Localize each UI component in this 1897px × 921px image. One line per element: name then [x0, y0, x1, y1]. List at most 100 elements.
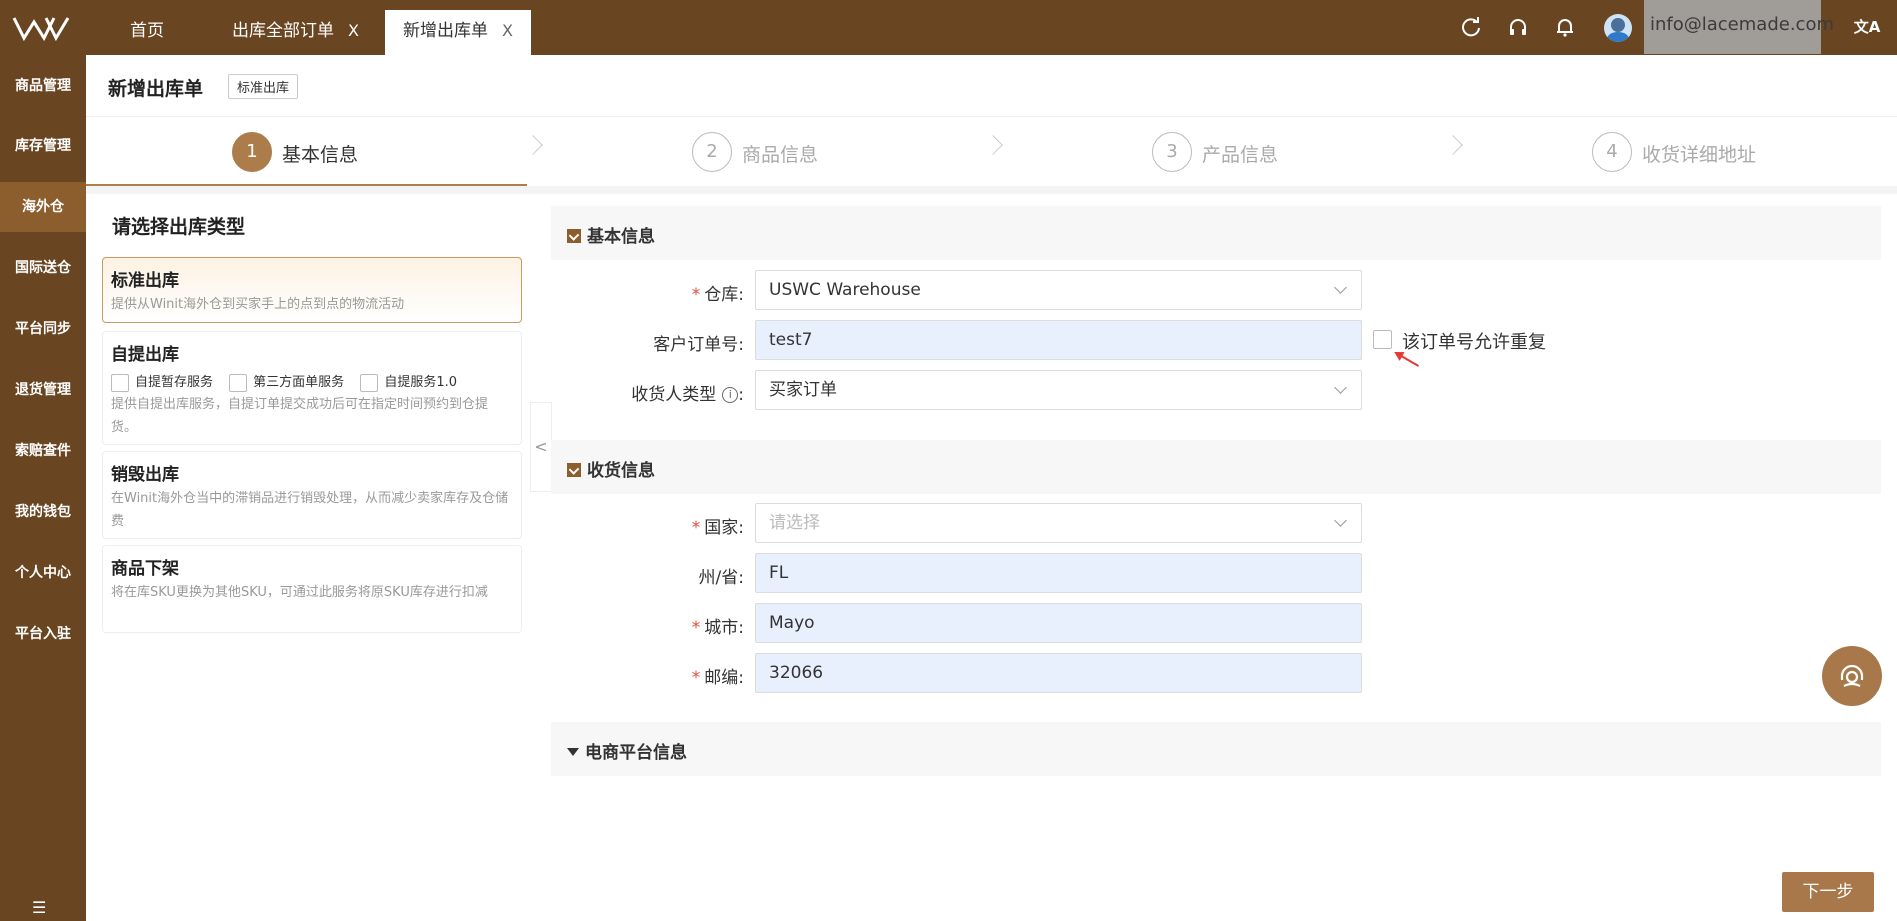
section-title[interactable]: 基本信息	[567, 222, 655, 247]
self-pickup-options: 自提暂存服务 第三方面单服务 自提服务1.0	[111, 371, 513, 392]
section-basic-info: 基本信息	[551, 206, 1881, 260]
city-input[interactable]: Mayo	[755, 603, 1362, 643]
customer-order-input[interactable]: test7	[755, 320, 1362, 360]
outbound-type-delist[interactable]: 商品下架 将在库SKU更换为其他SKU，可通过此服务将原SKU库存进行扣减	[102, 545, 522, 633]
outbound-type-standard[interactable]: 标准出库 提供从Winit海外仓到买家手上的点到点的物流活动	[102, 257, 522, 323]
consignee-type-label: 收货人类型 i:	[631, 385, 744, 405]
panel-collapse-handle[interactable]: <	[530, 402, 552, 492]
consignee-type-select[interactable]: 买家订单	[755, 370, 1362, 410]
tab-label: 首页	[130, 21, 164, 41]
card-title: 标准出库	[111, 271, 179, 291]
sidebar-item-returns[interactable]: 退货管理	[0, 365, 86, 415]
translate-icon[interactable]: 文A	[1852, 16, 1882, 38]
option-self-pickup-1[interactable]: 自提服务1.0	[360, 371, 457, 392]
sidebar-item-wallet[interactable]: 我的钱包	[0, 487, 86, 537]
step-label: 收货详细地址	[1642, 144, 1757, 166]
bell-icon[interactable]	[1554, 16, 1576, 38]
chevron-down-icon	[1334, 381, 1347, 394]
menu-collapse-icon[interactable]: ☰	[32, 898, 46, 917]
checkbox[interactable]	[111, 373, 129, 392]
warehouse-select[interactable]: USWC Warehouse	[755, 270, 1362, 310]
tab-new-outbound-order[interactable]: 新增出库单 X	[385, 10, 531, 55]
section-shipping-info: 收货信息	[551, 440, 1881, 494]
sidebar: 商品管理 库存管理 海外仓 国际送仓 平台同步 退货管理 索赔查件 我的钱包 个…	[0, 55, 86, 921]
sidebar-item-platform-onboarding[interactable]: 平台入驻	[0, 609, 86, 659]
section-title[interactable]: 电商平台信息	[567, 738, 687, 763]
step-number: 1	[232, 132, 272, 172]
consignee-type-value: 买家订单	[769, 380, 837, 400]
card-desc: 提供自提出库服务，自提订单提交成功后可在指定时间预约到仓提货。	[111, 397, 489, 435]
zip-label: * 邮编:	[691, 668, 744, 688]
city-label: * 城市:	[691, 618, 744, 638]
sidebar-item-platform-sync[interactable]: 平台同步	[0, 304, 86, 354]
top-bar: 首页 出库全部订单 X 新增出库单 X info@lacemade.com 文A	[0, 0, 1897, 55]
sidebar-item-claims[interactable]: 索赔查件	[0, 426, 86, 476]
allow-duplicate-checkbox[interactable]	[1373, 330, 1392, 349]
state-label: 州/省:	[698, 568, 744, 588]
section-title-text: 电商平台信息	[585, 743, 687, 763]
refresh-icon[interactable]	[1460, 16, 1482, 38]
card-desc: 在Winit海外仓当中的滞销品进行销毁处理，从而减少卖家库存及仓储费	[111, 491, 509, 529]
zip-value: 32066	[769, 663, 824, 683]
collapse-icon	[567, 463, 581, 477]
next-step-button[interactable]: 下一步	[1782, 872, 1874, 912]
outbound-type-heading: 请选择出库类型	[112, 216, 246, 238]
tab-home[interactable]: 首页	[112, 10, 182, 55]
close-icon[interactable]: X	[502, 21, 513, 40]
chevron-down-icon	[1334, 514, 1347, 527]
sidebar-item-overseas-warehouse[interactable]: 海外仓	[0, 182, 86, 232]
sidebar-item-personal-center[interactable]: 个人中心	[0, 548, 86, 598]
avatar[interactable]	[1604, 14, 1632, 42]
state-value: FL	[769, 563, 789, 583]
card-title: 商品下架	[111, 559, 179, 579]
city-value: Mayo	[769, 613, 815, 633]
customer-service-button[interactable]	[1822, 646, 1882, 706]
state-input[interactable]: FL	[755, 553, 1362, 593]
close-icon[interactable]: X	[348, 21, 359, 40]
user-email[interactable]: info@lacemade.com	[1644, 0, 1834, 54]
chevron-right-icon	[1443, 135, 1463, 155]
sidebar-item-product-management[interactable]: 商品管理	[0, 61, 86, 111]
option-label: 自提暂存服务	[135, 375, 214, 390]
checkbox[interactable]	[229, 373, 248, 392]
annotation-arrow	[1395, 352, 1420, 367]
step-label: 商品信息	[742, 144, 819, 166]
chevron-right-icon	[523, 135, 543, 155]
tab-label: 新增出库单	[403, 21, 488, 41]
outbound-type-self-pickup[interactable]: 自提出库 自提暂存服务 第三方面单服务 自提服务1.0 提供自提出库服务，自提订…	[102, 331, 522, 445]
customer-order-label: 客户订单号:	[653, 335, 744, 355]
page-title: 新增出库单	[108, 78, 204, 100]
country-select[interactable]: 请选择	[755, 503, 1362, 543]
section-title-text: 收货信息	[587, 461, 655, 481]
tab-all-outbound-orders[interactable]: 出库全部订单 X	[214, 10, 377, 55]
card-title: 销毁出库	[111, 465, 179, 485]
caret-down-icon	[567, 748, 579, 756]
option-label: 自提服务1.0	[384, 375, 457, 390]
outbound-type-destroy[interactable]: 销毁出库 在Winit海外仓当中的滞销品进行销毁处理，从而减少卖家库存及仓储费	[102, 451, 522, 539]
section-title-text: 基本信息	[587, 227, 655, 247]
headset-icon[interactable]	[1507, 16, 1529, 38]
option-temp-storage[interactable]: 自提暂存服务	[111, 371, 213, 392]
divider	[86, 116, 1897, 117]
step-label: 产品信息	[1202, 144, 1279, 166]
chevron-down-icon	[1334, 281, 1347, 294]
card-desc: 将在库SKU更换为其他SKU，可通过此服务将原SKU库存进行扣减	[111, 585, 488, 600]
step-number: 3	[1152, 132, 1192, 172]
chevron-left-icon: <	[534, 437, 548, 456]
section-title[interactable]: 收货信息	[567, 456, 655, 481]
option-label: 第三方面单服务	[253, 375, 345, 390]
sidebar-item-inventory-management[interactable]: 库存管理	[0, 121, 86, 171]
option-third-party-label[interactable]: 第三方面单服务	[229, 371, 344, 392]
sidebar-item-international-delivery[interactable]: 国际送仓	[0, 243, 86, 293]
section-ecommerce-info: 电商平台信息	[551, 722, 1881, 776]
support-agent-icon	[1840, 664, 1864, 687]
divider	[86, 186, 1897, 194]
card-desc: 提供从Winit海外仓到买家手上的点到点的物流活动	[111, 297, 405, 312]
checkbox[interactable]	[360, 373, 379, 392]
step-label: 基本信息	[282, 144, 359, 166]
zip-input[interactable]: 32066	[755, 653, 1362, 693]
info-icon[interactable]: i	[722, 387, 739, 403]
allow-duplicate-label[interactable]: 该订单号允许重复	[1402, 328, 1546, 354]
step-number: 2	[692, 132, 732, 172]
logo[interactable]	[10, 10, 72, 46]
